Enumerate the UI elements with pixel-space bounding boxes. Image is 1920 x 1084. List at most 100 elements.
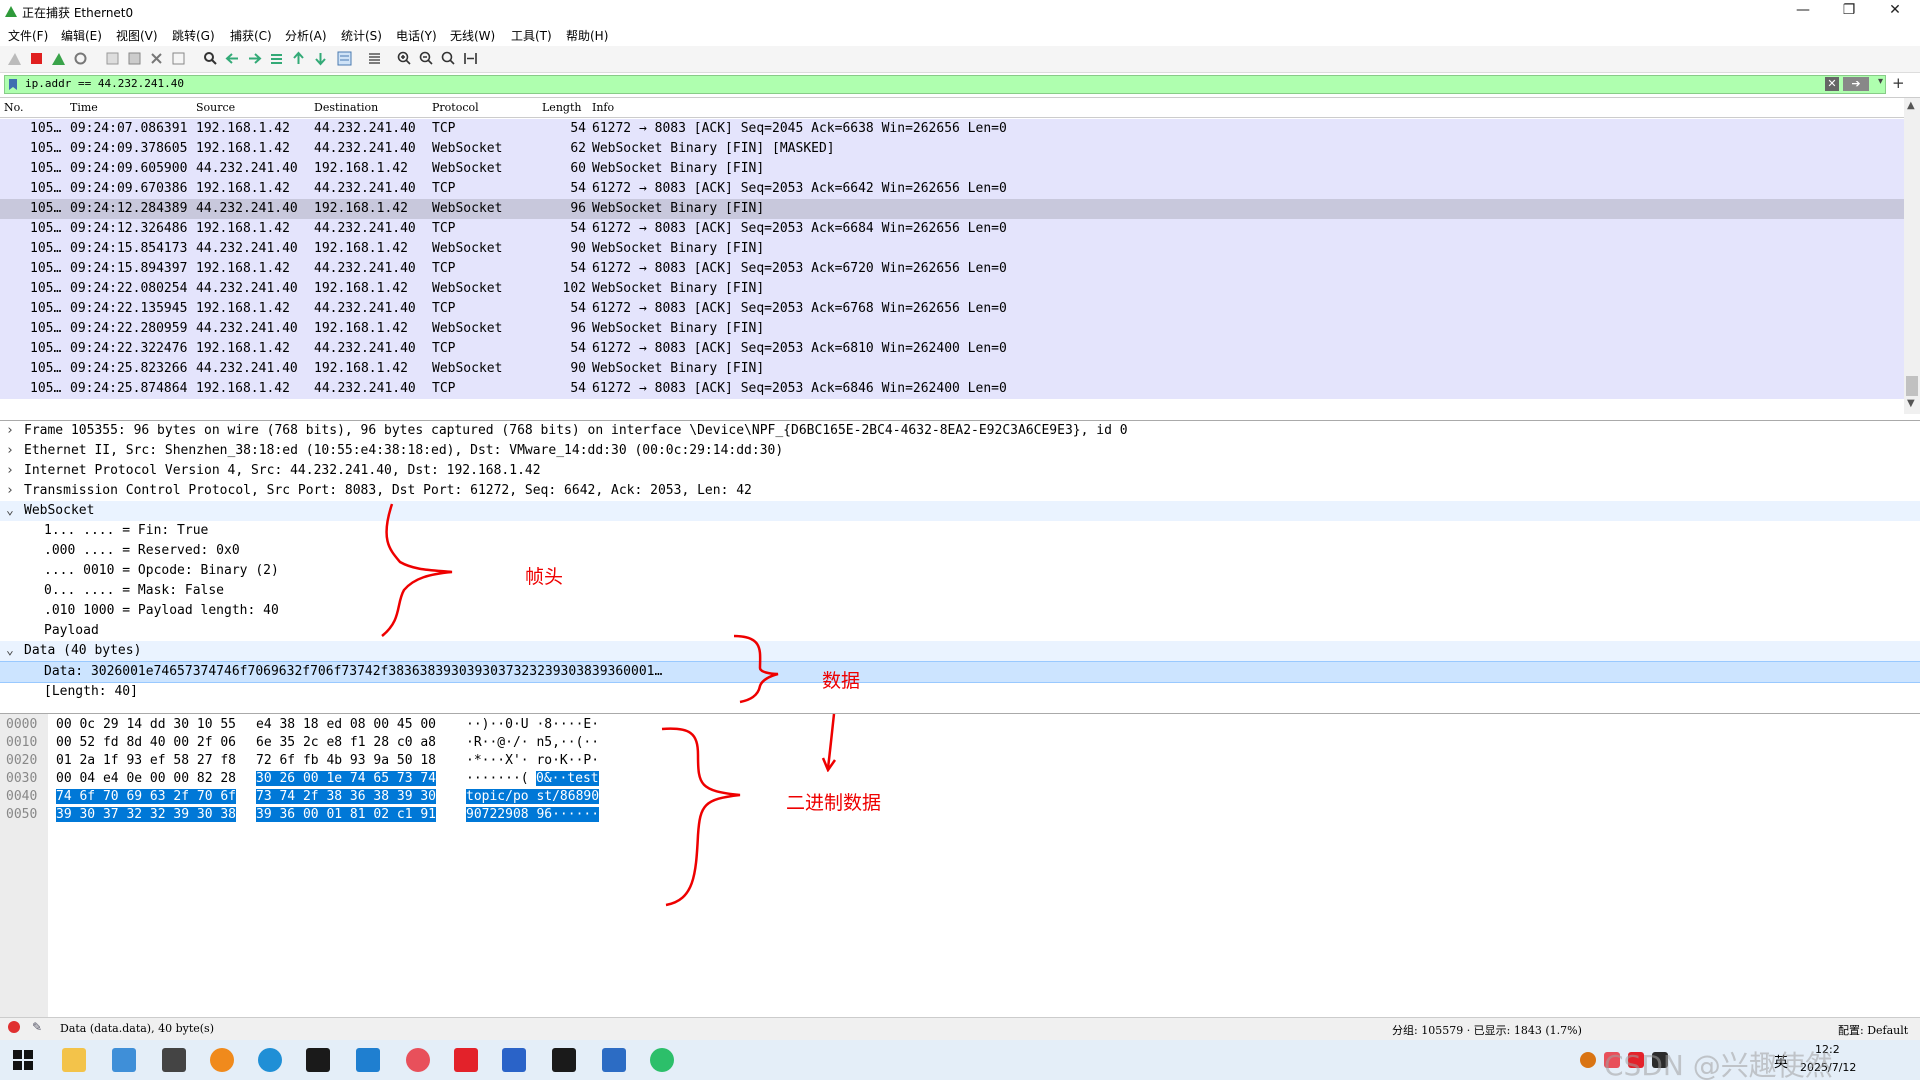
packet-row[interactable]: 105… 09:24:12.326486 192.168.1.42 44.232.24… bbox=[0, 219, 1904, 239]
windows-start-icon[interactable] bbox=[12, 1049, 34, 1071]
col-info[interactable]: Info bbox=[592, 101, 614, 114]
youdao-icon[interactable] bbox=[454, 1048, 478, 1072]
packet-row[interactable]: 105… 09:24:09.605900 44.232.241.40 192.168.… bbox=[0, 159, 1904, 179]
autoscroll-icon[interactable] bbox=[336, 50, 353, 67]
go-back-icon[interactable] bbox=[224, 50, 241, 67]
menu-file[interactable]: 文件(F) bbox=[8, 27, 48, 44]
menu-view[interactable]: 视图(V) bbox=[116, 27, 158, 44]
collapse-arrow-icon[interactable]: ⌄ bbox=[6, 643, 14, 658]
tray-search-icon[interactable] bbox=[1580, 1052, 1596, 1068]
search-tool-icon[interactable] bbox=[210, 1048, 234, 1072]
first-packet-icon[interactable] bbox=[290, 50, 307, 67]
menu-wireless[interactable]: 无线(W) bbox=[450, 27, 495, 44]
detail-ws-reserved[interactable]: .000 .... = Reserved: 0x0 bbox=[0, 541, 1920, 561]
add-filter-button-icon[interactable]: + bbox=[1892, 74, 1905, 92]
normal-size-icon[interactable] bbox=[440, 50, 457, 67]
col-no[interactable]: No. bbox=[4, 101, 24, 114]
apply-filter-icon[interactable]: ➔ bbox=[1843, 77, 1869, 91]
zoom-in-icon[interactable] bbox=[396, 50, 413, 67]
detail-ws-fin[interactable]: 1... .... = Fin: True bbox=[0, 521, 1920, 541]
menu-capture[interactable]: 捕获(C) bbox=[230, 27, 272, 44]
scroll-thumb[interactable] bbox=[1906, 376, 1918, 396]
expand-arrow-icon[interactable]: › bbox=[6, 443, 14, 458]
detail-ethernet[interactable]: › Ethernet II, Src: Shenzhen_38:18:ed (1… bbox=[0, 441, 1920, 461]
reload-file-icon[interactable] bbox=[170, 50, 187, 67]
stop-capture-icon[interactable] bbox=[28, 50, 45, 67]
vscode-icon[interactable] bbox=[356, 1048, 380, 1072]
detail-data-length[interactable]: [Length: 40] bbox=[0, 682, 1920, 702]
detail-data-value[interactable]: Data: 3026001e74657374746f7069632f706f73… bbox=[0, 661, 1920, 683]
byte-row[interactable]: 0030 00 04 e4 0e 00 00 82 28 30 26 00 1e 7… bbox=[0, 770, 700, 788]
go-to-packet-icon[interactable] bbox=[268, 50, 285, 67]
capture-options-icon[interactable] bbox=[72, 50, 89, 67]
menu-help[interactable]: 帮助(H) bbox=[566, 27, 608, 44]
start-capture-icon[interactable] bbox=[6, 50, 23, 67]
col-source[interactable]: Source bbox=[196, 101, 235, 114]
packet-row[interactable]: 105… 09:24:15.894397 192.168.1.42 44.232.24… bbox=[0, 259, 1904, 279]
resize-columns-icon[interactable] bbox=[462, 50, 479, 67]
status-profile[interactable]: 配置: Default bbox=[1838, 1022, 1908, 1038]
minimize-button[interactable]: — bbox=[1780, 0, 1826, 22]
comment-edit-icon[interactable]: ✎ bbox=[32, 1020, 42, 1034]
detail-websocket[interactable]: ⌄ WebSocket bbox=[0, 501, 1920, 521]
cmd-icon[interactable] bbox=[552, 1048, 576, 1072]
menu-go[interactable]: 跳转(G) bbox=[172, 27, 215, 44]
packet-row[interactable]: 105… 09:24:25.823266 44.232.241.40 192.168.… bbox=[0, 359, 1904, 379]
expand-arrow-icon[interactable]: › bbox=[6, 463, 14, 478]
col-time[interactable]: Time bbox=[70, 101, 98, 114]
last-packet-icon[interactable] bbox=[312, 50, 329, 67]
bookmark-icon[interactable] bbox=[8, 78, 18, 91]
zoom-out-icon[interactable] bbox=[418, 50, 435, 67]
packet-row[interactable]: 105… 09:24:15.854173 44.232.241.40 192.168.… bbox=[0, 239, 1904, 259]
col-length[interactable]: Length bbox=[542, 101, 581, 114]
detail-ws-mask[interactable]: 0... .... = Mask: False bbox=[0, 581, 1920, 601]
find-packet-icon[interactable] bbox=[202, 50, 219, 67]
detail-ws-opcode[interactable]: .... 0010 = Opcode: Binary (2) bbox=[0, 561, 1920, 581]
expand-arrow-icon[interactable]: › bbox=[6, 483, 14, 498]
packet-row[interactable]: 105… 09:24:22.322476 192.168.1.42 44.232.24… bbox=[0, 339, 1904, 359]
detail-data[interactable]: ⌄ Data (40 bytes) bbox=[0, 641, 1920, 661]
menu-telephony[interactable]: 电话(Y) bbox=[396, 27, 437, 44]
col-destination[interactable]: Destination bbox=[314, 101, 378, 114]
byte-row[interactable]: 0010 00 52 fd 8d 40 00 2f 06 6e 35 2c e8 f… bbox=[0, 734, 700, 752]
open-file-icon[interactable] bbox=[104, 50, 121, 67]
detail-ip[interactable]: › Internet Protocol Version 4, Src: 44.2… bbox=[0, 461, 1920, 481]
restart-capture-icon[interactable] bbox=[50, 50, 67, 67]
app-green-icon[interactable] bbox=[650, 1048, 674, 1072]
byte-row[interactable]: 0040 74 6f 70 69 63 2f 70 6f 73 74 2f 38 3… bbox=[0, 788, 700, 806]
file-explorer-icon[interactable] bbox=[62, 1048, 86, 1072]
calculator-icon[interactable] bbox=[162, 1048, 186, 1072]
clear-filter-icon[interactable]: ✕ bbox=[1825, 77, 1839, 91]
detail-ws-len[interactable]: .010 1000 = Payload length: 40 bbox=[0, 601, 1920, 621]
edge-browser-icon[interactable] bbox=[258, 1048, 282, 1072]
col-protocol[interactable]: Protocol bbox=[432, 101, 479, 114]
byte-row[interactable]: 0050 39 30 37 32 32 39 30 38 39 36 00 01 8… bbox=[0, 806, 700, 824]
powershell-icon[interactable] bbox=[602, 1048, 626, 1072]
packet-row[interactable]: 105… 09:24:22.280959 44.232.241.40 192.168.… bbox=[0, 319, 1904, 339]
maximize-button[interactable]: ❐ bbox=[1826, 0, 1872, 22]
byte-row[interactable]: 0020 01 2a 1f 93 ef 58 27 f8 72 6f fb 4b 9… bbox=[0, 752, 700, 770]
detail-ws-payload[interactable]: Payload bbox=[0, 621, 1920, 641]
expert-info-icon[interactable] bbox=[8, 1021, 20, 1033]
scroll-down-icon[interactable]: ▼ bbox=[1907, 398, 1915, 409]
go-forward-icon[interactable] bbox=[246, 50, 263, 67]
scroll-up-icon[interactable]: ▲ bbox=[1907, 100, 1915, 111]
app-red-icon[interactable] bbox=[406, 1048, 430, 1072]
wireshark-icon[interactable] bbox=[502, 1048, 526, 1072]
packet-row[interactable]: 105… 09:24:22.135945 192.168.1.42 44.232.24… bbox=[0, 299, 1904, 319]
byte-row[interactable]: 0000 00 0c 29 14 dd 30 10 55 e4 38 18 ed 0… bbox=[0, 716, 700, 734]
menu-edit[interactable]: 编辑(E) bbox=[61, 27, 102, 44]
menu-statistics[interactable]: 统计(S) bbox=[341, 27, 382, 44]
packet-row[interactable]: 105… 09:24:09.670386 192.168.1.42 44.232.24… bbox=[0, 179, 1904, 199]
packet-row[interactable]: 105… 09:24:09.378605 192.168.1.42 44.232.24… bbox=[0, 139, 1904, 159]
terminal-icon[interactable] bbox=[306, 1048, 330, 1072]
collapse-arrow-icon[interactable]: ⌄ bbox=[6, 503, 14, 518]
close-file-icon[interactable] bbox=[148, 50, 165, 67]
packet-list-scrollbar[interactable]: ▲ ▼ bbox=[1904, 98, 1920, 414]
control-panel-icon[interactable] bbox=[112, 1048, 136, 1072]
menu-analyze[interactable]: 分析(A) bbox=[285, 27, 327, 44]
filter-history-dropdown-icon[interactable]: ▾ bbox=[1878, 76, 1883, 87]
display-filter-input[interactable]: ip.addr == 44.232.241.40 ✕ ➔ ▾ bbox=[4, 75, 1886, 94]
save-file-icon[interactable] bbox=[126, 50, 143, 67]
menu-tools[interactable]: 工具(T) bbox=[511, 27, 552, 44]
